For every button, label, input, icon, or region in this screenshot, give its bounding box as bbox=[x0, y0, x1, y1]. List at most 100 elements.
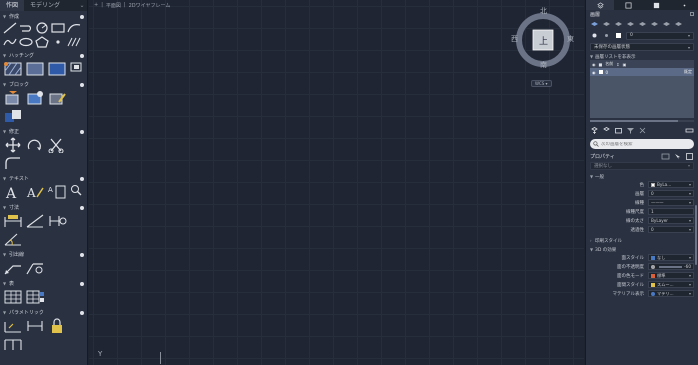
rotate-icon[interactable] bbox=[25, 137, 45, 153]
line-icon[interactable] bbox=[3, 22, 17, 34]
prop-row-color[interactable]: 色 ByLa... ▾ bbox=[586, 180, 698, 189]
select-objects-icon[interactable] bbox=[673, 152, 682, 161]
dimension-icon[interactable] bbox=[3, 213, 23, 229]
pin-icon[interactable] bbox=[80, 129, 84, 134]
section-header[interactable]: ▼ 引出線 bbox=[3, 250, 84, 259]
polyline-icon[interactable] bbox=[19, 22, 33, 34]
move-icon[interactable] bbox=[3, 137, 23, 153]
constraint-icon[interactable] bbox=[3, 318, 23, 334]
face-color-mode-value[interactable]: 標準 ▾ bbox=[648, 272, 694, 279]
opacity-slider[interactable] bbox=[659, 265, 683, 268]
layer-state-dropdown[interactable]: 未保存の画層状態 ▾ bbox=[590, 43, 694, 51]
pin-icon[interactable] bbox=[80, 281, 84, 286]
eye-icon[interactable]: ◉ bbox=[592, 62, 596, 67]
blocks-tab[interactable] bbox=[614, 0, 642, 10]
compass-east[interactable]: 東 bbox=[567, 34, 574, 44]
pin-icon[interactable] bbox=[80, 176, 84, 181]
selection-dropdown[interactable]: 選択なし ▾ bbox=[590, 161, 694, 170]
freeze-icon[interactable] bbox=[602, 31, 611, 40]
properties-tab[interactable] bbox=[642, 0, 670, 10]
view-label[interactable]: 平面図 bbox=[106, 2, 121, 9]
layer-merge-icon[interactable] bbox=[674, 20, 683, 29]
layer-state-icon[interactable] bbox=[602, 20, 611, 29]
material-value[interactable]: マテリ... ▾ bbox=[648, 290, 694, 297]
prop-row-ltscale[interactable]: 線種尺度 1 bbox=[586, 207, 698, 216]
layer-color-swatch[interactable] bbox=[598, 70, 603, 74]
ltscale-value[interactable]: 1 bbox=[648, 208, 694, 215]
viewcube[interactable]: 上 北 南 東 西 bbox=[511, 7, 574, 72]
new-group-icon[interactable] bbox=[614, 126, 623, 135]
prop-row-transparency[interactable]: 透過性 0 ▾ bbox=[586, 225, 698, 234]
layer-isolate-icon[interactable] bbox=[638, 20, 647, 29]
viewport-menu-icon[interactable]: + bbox=[94, 2, 98, 9]
compass-north[interactable]: 北 bbox=[540, 6, 547, 16]
region-icon[interactable] bbox=[69, 61, 83, 73]
linetype-value[interactable]: ——— ▾ bbox=[648, 199, 694, 206]
palette-menu-icon[interactable]: ⌄ bbox=[77, 2, 87, 9]
properties-scrollbar[interactable] bbox=[695, 205, 697, 265]
section-header[interactable]: ▼ テキスト bbox=[3, 174, 84, 183]
dim-constraint-icon[interactable] bbox=[25, 318, 45, 334]
leader-icon[interactable] bbox=[3, 260, 23, 276]
layer-settings-icon[interactable] bbox=[685, 126, 694, 135]
text-style-icon[interactable]: A bbox=[25, 184, 45, 200]
section-header[interactable]: ▼ ブロック bbox=[3, 80, 84, 89]
table-icon[interactable] bbox=[3, 289, 23, 305]
3d-effects-section-toggle[interactable]: ▼ 3D の効果 bbox=[586, 246, 698, 253]
hatch-line-icon[interactable] bbox=[67, 36, 81, 48]
layer-search-input[interactable] bbox=[601, 141, 681, 147]
layer-value[interactable]: 0 ▾ bbox=[648, 190, 694, 197]
color-value[interactable]: ByLa... ▾ bbox=[648, 181, 694, 188]
edge-style-value[interactable]: スムー... ▾ bbox=[648, 281, 694, 288]
prop-row-face-style[interactable]: 面スタイル なし ▾ bbox=[586, 253, 698, 262]
name-column-header[interactable]: 名前 bbox=[605, 61, 613, 67]
hatch-icon[interactable] bbox=[3, 61, 23, 77]
fillet-icon[interactable] bbox=[3, 155, 23, 171]
new-vp-layer-icon[interactable] bbox=[602, 126, 611, 135]
prop-row-edge-style[interactable]: 面間スタイル スムー... ▾ bbox=[586, 280, 698, 289]
pin-icon[interactable] bbox=[80, 82, 84, 87]
compass-south[interactable]: 南 bbox=[540, 60, 547, 70]
layer-table[interactable]: ◉ ■ 名前 ↕ ▣ ◉ 0 既定 bbox=[590, 60, 694, 118]
face-style-value[interactable]: なし ▾ bbox=[648, 254, 694, 261]
plot-icon[interactable]: ▣ bbox=[623, 62, 627, 67]
edit-block-icon[interactable] bbox=[47, 90, 67, 106]
prop-row-material[interactable]: マテリアル表示 マテリ... ▾ bbox=[586, 289, 698, 298]
param-manager-icon[interactable] bbox=[3, 336, 23, 352]
create-block-icon[interactable] bbox=[25, 90, 45, 106]
new-layer-icon[interactable] bbox=[590, 20, 599, 29]
polygon-icon[interactable] bbox=[35, 36, 49, 48]
point-icon[interactable] bbox=[51, 36, 65, 48]
color-swatch-icon[interactable] bbox=[614, 31, 623, 40]
pin-icon[interactable] bbox=[80, 310, 84, 315]
lineweight-value[interactable]: ByLayer ▾ bbox=[648, 217, 694, 224]
transparency-value[interactable]: 0 ▾ bbox=[648, 226, 694, 233]
layers-tab[interactable] bbox=[586, 0, 614, 10]
tab-modeling[interactable]: モデリング bbox=[24, 0, 66, 11]
prop-row-linetype[interactable]: 線種 ——— ▾ bbox=[586, 198, 698, 207]
prop-row-face-color-mode[interactable]: 面の色モード 標準 ▾ bbox=[586, 271, 698, 280]
layer-previous-icon[interactable] bbox=[626, 20, 635, 29]
viewport-controls[interactable]: + | 平面図 | 2Dワイヤフレーム bbox=[94, 2, 170, 9]
layer-match-icon[interactable] bbox=[614, 20, 623, 29]
pin-icon[interactable] bbox=[80, 252, 84, 257]
linear-dim-icon[interactable] bbox=[25, 213, 45, 229]
attribute-icon[interactable] bbox=[3, 108, 23, 124]
pin-icon[interactable] bbox=[80, 205, 84, 210]
layer-list-toggle[interactable]: ▼ 画層リストを非表示 bbox=[586, 53, 698, 60]
mleader-icon[interactable] bbox=[25, 260, 45, 276]
sort-icon[interactable]: ↕ bbox=[616, 62, 619, 67]
drawing-canvas[interactable]: + | 平面図 | 2Dワイヤフレーム 上 北 南 東 西 WCS ▾ Y bbox=[89, 0, 584, 365]
prop-row-layer[interactable]: 画層 0 ▾ bbox=[586, 189, 698, 198]
find-icon[interactable] bbox=[69, 184, 83, 196]
table-style-icon[interactable] bbox=[25, 289, 45, 305]
section-header[interactable]: ▼ 修正 bbox=[3, 127, 84, 136]
pickadd-icon[interactable] bbox=[685, 152, 694, 161]
mtext-icon[interactable]: A bbox=[3, 184, 23, 200]
prop-row-lineweight[interactable]: 線の太さ ByLayer ▾ bbox=[586, 216, 698, 225]
layer-lock-icon[interactable] bbox=[662, 20, 671, 29]
spline-icon[interactable] bbox=[3, 36, 17, 48]
ellipse-icon[interactable] bbox=[19, 36, 33, 48]
plot-style-section-toggle[interactable]: › 印刷スタイル bbox=[586, 237, 698, 244]
quick-select-icon[interactable] bbox=[661, 152, 670, 161]
